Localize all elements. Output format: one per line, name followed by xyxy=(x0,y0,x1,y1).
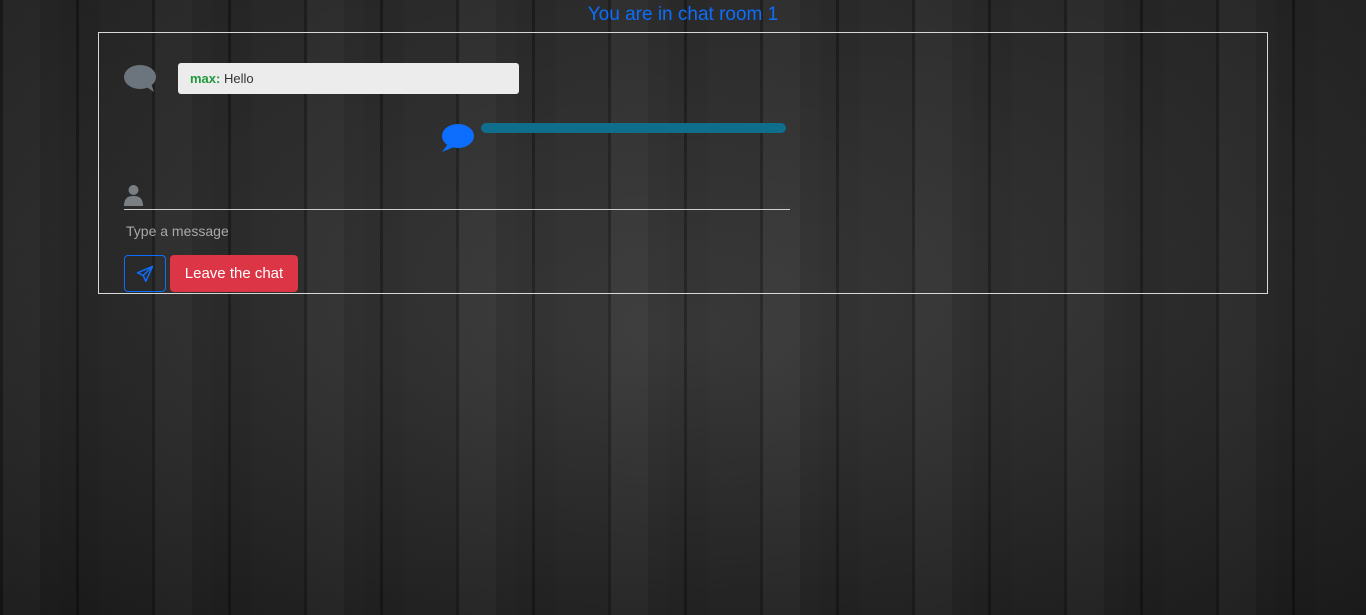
chat-container: max: Hello Type a message Leave the chat xyxy=(98,32,1268,294)
message-text: Hello xyxy=(223,71,254,86)
send-button[interactable] xyxy=(124,255,166,292)
user-icon xyxy=(123,184,144,206)
send-icon xyxy=(125,265,165,283)
message-bubble: max: Hello xyxy=(178,63,519,94)
message-sender: max: xyxy=(190,71,221,86)
message-input[interactable] xyxy=(124,193,790,210)
typing-indicator-bar xyxy=(481,123,786,133)
typing-chat-bubble-icon xyxy=(440,123,474,153)
chat-bubble-icon xyxy=(123,63,157,93)
leave-chat-button[interactable]: Leave the chat xyxy=(170,255,298,292)
message-placeholder: Type a message xyxy=(126,223,229,239)
page-title: You are in chat room 1 xyxy=(587,4,779,25)
